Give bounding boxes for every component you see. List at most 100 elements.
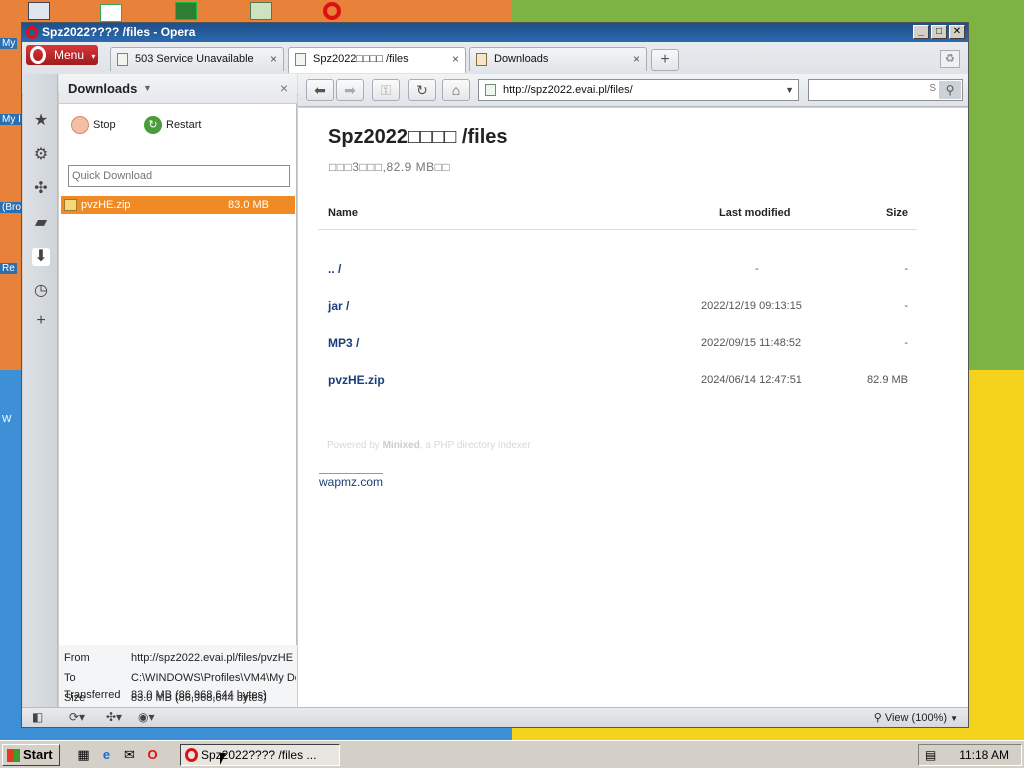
opera-icon bbox=[26, 26, 38, 39]
listing-header: Name Last modified Size bbox=[318, 204, 917, 230]
forward-button[interactable]: ➡ bbox=[336, 79, 364, 101]
opera-menu-button[interactable]: Menu ▾ bbox=[26, 45, 98, 65]
page-icon bbox=[117, 53, 128, 66]
header-name[interactable]: Name bbox=[328, 207, 358, 219]
key-icon[interactable]: ⚿ bbox=[372, 79, 400, 101]
opera-logo-icon bbox=[30, 46, 46, 64]
window-title: Spz2022???? /files - Opera bbox=[42, 25, 196, 39]
zip-file-icon bbox=[64, 199, 77, 211]
turbo-icon[interactable]: ◉▾ bbox=[138, 710, 155, 725]
unite-icon[interactable]: ✣▾ bbox=[106, 710, 122, 725]
quick-download-input[interactable] bbox=[68, 165, 290, 187]
close-tab-icon[interactable]: × bbox=[633, 48, 640, 70]
chevron-down-icon: ▼ bbox=[950, 714, 958, 723]
network-icon[interactable]: ▤ bbox=[925, 748, 941, 763]
row-modified: - bbox=[755, 263, 759, 275]
taskbar: Start ▦ e ✉ O Spz2022???? /files ... ▤ 1… bbox=[0, 740, 1024, 768]
desktop-icon-scheduler[interactable] bbox=[250, 2, 272, 20]
toggle-panels-icon[interactable]: ◧ bbox=[32, 710, 43, 725]
tab-downloads[interactable]: Downloads × bbox=[469, 47, 647, 71]
quicklaunch-desktop-icon[interactable]: ▦ bbox=[75, 746, 92, 763]
notes-panel-icon[interactable]: ▰ bbox=[32, 214, 50, 232]
header-size[interactable]: Size bbox=[886, 207, 908, 219]
clock[interactable]: 11:18 AM bbox=[959, 748, 1009, 762]
stop-button[interactable]: Stop bbox=[71, 116, 116, 134]
restart-icon: ↻ bbox=[144, 116, 162, 134]
quicklaunch-opera-icon[interactable]: O bbox=[144, 746, 161, 763]
minimize-button[interactable]: _ bbox=[913, 25, 929, 39]
address-url: http://spz2022.evai.pl/files/ bbox=[503, 84, 633, 96]
listing-row: pvzHE.zip 2024/06/14 12:47:51 82.9 MB bbox=[318, 373, 917, 393]
detail-to-row: To C:\WINDOWS\Profiles\VM4\My Do bbox=[64, 672, 296, 686]
url-dropdown-icon[interactable]: ▼ bbox=[785, 80, 794, 100]
mp3-dir-link[interactable]: MP3 / bbox=[328, 336, 359, 350]
desktop-icon-my-computer[interactable] bbox=[28, 2, 50, 20]
bookmarks-panel-icon[interactable]: ★ bbox=[32, 112, 50, 130]
row-size: 82.9 MB bbox=[867, 374, 908, 386]
desktop-icon-excel[interactable] bbox=[175, 2, 197, 20]
start-button[interactable]: Start bbox=[2, 744, 60, 766]
desktop-icon-inbox[interactable] bbox=[100, 4, 122, 22]
new-tab-button[interactable]: + bbox=[651, 49, 679, 71]
wapmz-link[interactable]: wapmz.com bbox=[319, 473, 384, 489]
pvzhe-zip-link[interactable]: pvzHE.zip bbox=[328, 373, 385, 387]
jar-dir-link[interactable]: jar / bbox=[328, 299, 349, 313]
tab-503-service-unavailable[interactable]: 503 Service Unavailable × bbox=[110, 47, 284, 71]
quicklaunch-ie-icon[interactable]: e bbox=[98, 746, 115, 763]
taskbar-opera-window[interactable]: Spz2022???? /files ... bbox=[180, 744, 340, 766]
desktop-label-4[interactable]: Re bbox=[0, 263, 17, 274]
menu-label: Menu bbox=[54, 48, 85, 62]
start-label: Start bbox=[23, 747, 53, 762]
maximize-button[interactable]: □ bbox=[931, 25, 947, 39]
tab-label: 503 Service Unavailable bbox=[135, 53, 254, 65]
listing-row: MP3 / 2022/09/15 11:48:52 - bbox=[318, 336, 917, 356]
status-bar: ◧ ⟳▾ ✣▾ ◉▾ ⚲ View (100%) ▼ bbox=[22, 707, 968, 727]
tab-spz2022-files[interactable]: Spz2022□□□□ /files × bbox=[288, 47, 466, 73]
close-panel-icon[interactable]: × bbox=[280, 80, 288, 96]
downloads-icon bbox=[476, 53, 487, 66]
window-titlebar[interactable]: Spz2022???? /files - Opera _ □ ✕ bbox=[22, 23, 968, 42]
download-item-size: 83.0 MB bbox=[228, 199, 269, 211]
restart-button[interactable]: ↻ Restart bbox=[144, 116, 201, 134]
parent-dir-link[interactable]: .. / bbox=[328, 262, 341, 276]
windows-logo-icon bbox=[7, 749, 20, 762]
closed-tabs-trash-icon[interactable]: ♻ bbox=[940, 50, 960, 68]
zoom-label: View (100%) bbox=[884, 712, 948, 724]
zoom-control[interactable]: ⚲ View (100%) ▼ bbox=[874, 711, 958, 724]
detail-from-value: http://spz2022.evai.pl/files/pvzHE bbox=[131, 652, 294, 664]
page-subtitle: □□□3□□□,82.9 MB□□ bbox=[329, 160, 451, 174]
back-button[interactable]: ⬅ bbox=[306, 79, 334, 101]
powered-brand-link[interactable]: Minixed bbox=[383, 440, 420, 451]
search-field[interactable]: S ⚲ bbox=[808, 79, 963, 101]
desktop-label-1[interactable]: My bbox=[0, 38, 18, 49]
desktop-label-3[interactable]: (Bro bbox=[0, 202, 23, 213]
panel-selector-strip: ★ ⚙ ✣ ▰ ⬇ ◷ + bbox=[23, 74, 58, 707]
home-button[interactable]: ⌂ bbox=[442, 79, 470, 101]
chevron-down-icon[interactable]: ▼ bbox=[143, 83, 152, 93]
download-list-item[interactable]: pvzHE.zip 83.0 MB bbox=[61, 196, 295, 214]
header-last-modified[interactable]: Last modified bbox=[719, 207, 791, 219]
downloads-panel-icon[interactable]: ⬇ bbox=[32, 248, 50, 266]
detail-to-value: C:\WINDOWS\Profiles\VM4\My Do bbox=[131, 672, 296, 684]
history-panel-icon[interactable]: ◷ bbox=[32, 282, 50, 300]
quicklaunch-outlook-icon[interactable]: ✉ bbox=[121, 746, 138, 763]
row-modified: 2024/06/14 12:47:51 bbox=[701, 374, 802, 386]
search-icon[interactable]: ⚲ bbox=[939, 81, 961, 99]
desktop-icon-opera[interactable] bbox=[323, 2, 341, 20]
downloads-panel-title[interactable]: Downloads bbox=[68, 81, 137, 96]
detail-transferred-row: Transferred 83.0 MB (86,968,644 bytes) bbox=[64, 689, 297, 705]
page-content: Spz2022□□□□ /files □□□3□□□,82.9 MB□□ Nam… bbox=[298, 108, 968, 707]
address-field[interactable]: http://spz2022.evai.pl/files/ ▼ bbox=[478, 79, 799, 101]
close-tab-icon[interactable]: × bbox=[270, 48, 277, 70]
sync-icon[interactable]: ⟳▾ bbox=[69, 710, 85, 725]
desktop-label-2[interactable]: My I bbox=[0, 114, 23, 125]
downloads-panel: Downloads ▼ × Stop ↻ Restart pvzHE.zip 8… bbox=[59, 74, 297, 707]
taskbar-task-label: Spz2022???? /files ... bbox=[201, 748, 317, 762]
widgets-panel-icon[interactable]: ⚙ bbox=[32, 146, 50, 164]
close-window-button[interactable]: ✕ bbox=[949, 25, 965, 39]
add-panel-icon[interactable]: + bbox=[32, 312, 50, 330]
close-tab-icon[interactable]: × bbox=[452, 48, 459, 70]
reload-button[interactable]: ↻ bbox=[408, 79, 436, 101]
unite-panel-icon[interactable]: ✣ bbox=[32, 180, 50, 198]
desktop-label-5[interactable]: W bbox=[0, 414, 13, 425]
